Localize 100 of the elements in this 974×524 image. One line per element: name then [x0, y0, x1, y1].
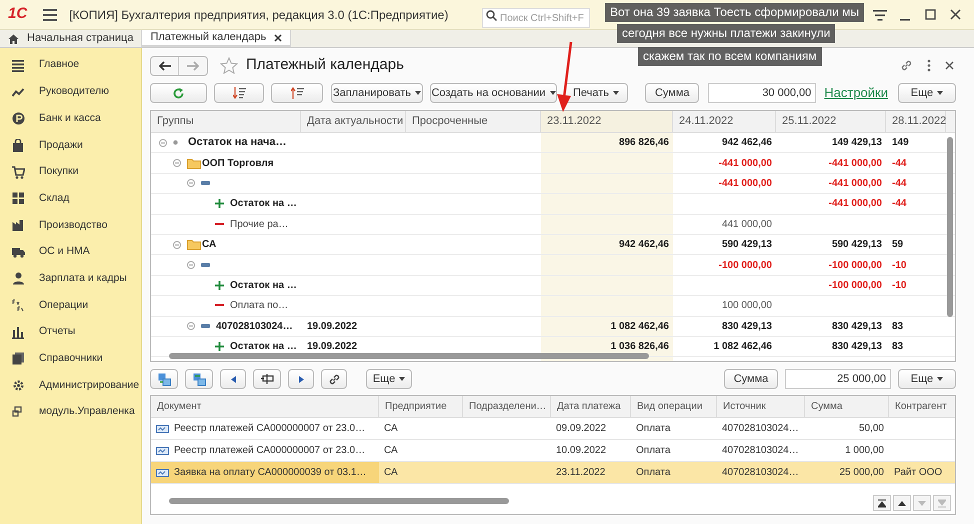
close-icon[interactable]	[274, 34, 282, 42]
column-header[interactable]: Вид операции	[631, 396, 717, 417]
sum-field[interactable]: 30 000,00	[708, 83, 816, 103]
amount-cell-text: -441 000,00	[828, 156, 882, 171]
dropdown-button[interactable]: Печать	[564, 83, 628, 103]
sum-field[interactable]: 25 000,00	[785, 369, 891, 389]
right-triangle-icon	[298, 376, 304, 382]
amount-cell-text: 1 082 462,46	[610, 320, 669, 334]
close-icon[interactable]	[945, 61, 954, 70]
column-header[interactable]: Группы	[151, 111, 301, 132]
document-icon	[156, 446, 169, 454]
bag-icon	[12, 138, 25, 152]
collapse-icon[interactable]	[187, 322, 195, 330]
link-button[interactable]	[321, 369, 347, 389]
forward-arrow-icon	[187, 60, 199, 70]
next-button[interactable]	[288, 369, 314, 389]
caret-icon	[399, 377, 406, 381]
search-field[interactable]: Поиск Ctrl+Shift+F	[482, 8, 590, 28]
collapse-icon[interactable]	[159, 138, 167, 147]
more-button[interactable]: Еще	[898, 369, 956, 389]
refresh-button[interactable]	[150, 83, 207, 103]
previous-button[interactable]	[220, 369, 246, 389]
table-cell-text: 407028103024…	[722, 444, 799, 458]
sidebar-item[interactable]: Производство	[0, 212, 141, 239]
collapse-icon[interactable]	[173, 240, 181, 249]
amount-cell-text: -441 000,00	[718, 176, 772, 191]
table-cell-text: 23.11.2022	[556, 466, 606, 480]
sidebar-item[interactable]: Руководителю	[0, 78, 141, 106]
close-icon[interactable]	[950, 9, 962, 21]
sidebar-item[interactable]: Продажи	[0, 132, 141, 159]
scrollbar[interactable]	[169, 353, 649, 359]
list-icon	[12, 58, 25, 72]
scrollbar[interactable]	[947, 137, 953, 317]
tab[interactable]: Платежный календарь	[142, 30, 292, 47]
amount-cell-text: 830 429,13	[832, 320, 882, 334]
document-icon	[156, 424, 169, 432]
row-label: СА	[202, 238, 216, 252]
dropdown-button[interactable]: Создать на основании	[430, 83, 557, 103]
collapse-icon[interactable]	[187, 179, 195, 188]
move-button[interactable]	[150, 369, 178, 389]
sidebar-item[interactable]: ОС и НМА	[0, 238, 141, 266]
sidebar-item[interactable]: Главное	[0, 52, 141, 79]
more-button[interactable]: Еще	[898, 83, 956, 103]
sidebar-item[interactable]: модуль.Управленка	[0, 398, 141, 426]
split-button[interactable]	[253, 369, 281, 389]
scrollbar[interactable]	[169, 498, 509, 504]
sum-button[interactable]: Сумма	[645, 83, 700, 103]
column-header[interactable]: 23.11.2022	[541, 111, 673, 132]
column-header[interactable]: Предприятие	[379, 396, 463, 417]
column-header[interactable]: Документ	[151, 396, 379, 417]
plus-icon	[215, 342, 224, 352]
sidebar-item[interactable]: Администрирование	[0, 372, 141, 399]
table-row[interactable]: Заявка на оплату СА000000039 от 03.1… СА 23.11.2022 Оплата 407028103024… 25 000,00 Райт ООО	[151, 462, 955, 484]
caret-icon	[550, 91, 556, 95]
maximize-icon[interactable]	[925, 9, 937, 21]
sidebar-item[interactable]: Отчеты	[0, 318, 141, 346]
sort-ascending-button[interactable]	[271, 83, 323, 103]
caption: Вот она 39 заявка Тоесть сформировали мы	[605, 3, 864, 22]
star-icon[interactable]	[220, 57, 238, 74]
amount-cell-text: 896 826,46	[618, 136, 669, 150]
column-header[interactable]: Сумма	[805, 396, 889, 417]
left-triangle-icon	[230, 376, 236, 382]
collapse-icon[interactable]	[173, 159, 181, 168]
link-icon[interactable]	[900, 59, 913, 72]
folder-icon	[187, 158, 201, 169]
document-return-icon	[192, 372, 206, 386]
column-header[interactable]: Контрагент	[889, 396, 955, 417]
column-header[interactable]: Дата платежа	[551, 396, 631, 417]
sidebar-item[interactable]: Склад	[0, 185, 141, 212]
sort-descending-button[interactable]	[214, 83, 264, 103]
amount-cell-text: 830 429,13	[722, 320, 772, 334]
caret-icon	[937, 91, 944, 95]
menu-icon[interactable]	[43, 8, 58, 20]
column-header[interactable]: Дата актуальности	[301, 111, 406, 132]
dropdown-button[interactable]: Еще	[366, 369, 412, 389]
sidebar-item[interactable]: Операции	[0, 292, 141, 319]
column-header[interactable]: 25.11.2022	[776, 111, 886, 132]
filter-icon[interactable]	[873, 10, 887, 20]
sidebar-item[interactable]: Банк и касса	[0, 105, 141, 132]
sidebar-item[interactable]: Справочники	[0, 346, 141, 372]
factory-icon	[12, 218, 25, 232]
table-row[interactable]: Реестр платежей СА000000007 от 23.0… СА 09.09.2022 Оплата 407028103024… 50,00	[151, 418, 955, 440]
column-header[interactable]: Источник	[717, 396, 805, 417]
table-cell-text: СА	[384, 466, 398, 480]
collapse-icon[interactable]	[187, 261, 195, 270]
column-header[interactable]: Подразделени…	[463, 396, 551, 417]
move-button[interactable]	[185, 369, 213, 389]
scroll-button[interactable]	[873, 495, 891, 511]
column-header[interactable]: 24.11.2022	[673, 111, 776, 132]
more-vertical-icon[interactable]	[927, 59, 931, 72]
sum-button[interactable]: Сумма	[724, 369, 778, 389]
column-header[interactable]: 28.11.2022	[886, 111, 946, 132]
settings-link[interactable]: Настройки	[824, 83, 888, 103]
sidebar-item[interactable]: Покупки	[0, 158, 141, 186]
cart-icon	[12, 166, 25, 179]
table-cell-text: Заявка на оплату СА000000039 от 03.1…	[174, 466, 366, 480]
dropdown-button[interactable]: Запланировать	[331, 83, 423, 103]
amount-cell-text: -10	[892, 278, 906, 293]
scroll-button[interactable]	[893, 495, 911, 511]
sidebar-item[interactable]: Зарплата и кадры	[0, 266, 141, 292]
